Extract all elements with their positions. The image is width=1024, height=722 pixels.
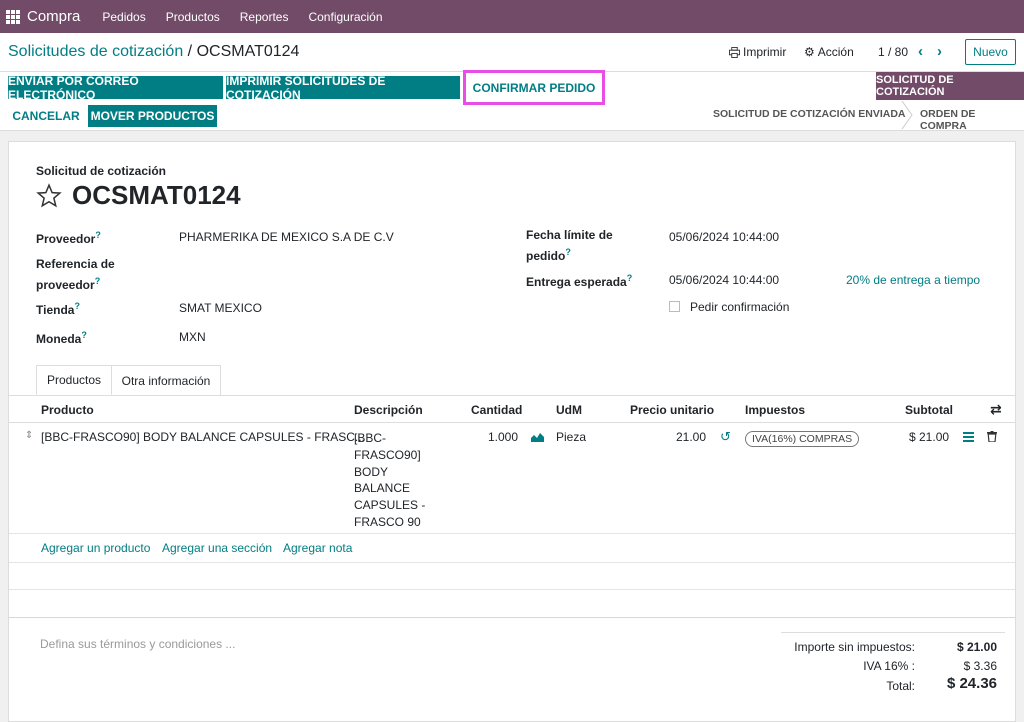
add-section-link[interactable]: Agregar una sección — [162, 541, 272, 555]
printer-icon — [729, 46, 740, 58]
total-label: Total: — [886, 679, 915, 693]
optional-columns-icon[interactable]: ⇄ — [990, 401, 1002, 418]
trash-icon[interactable] — [987, 431, 997, 442]
record-name: OCSMAT0124 — [72, 180, 241, 210]
on-time-delivery-link[interactable]: 20% de entrega a tiempo — [846, 273, 980, 287]
fecha-limite-field[interactable]: 05/06/2024 10:44:00 — [669, 230, 779, 244]
moneda-field[interactable]: MXN — [179, 330, 206, 344]
cancel-button[interactable]: CANCELAR — [8, 105, 84, 127]
form-sheet: Solicitud de cotización OCSMAT0124 Prove… — [8, 141, 1016, 722]
pedir-confirmacion-checkbox[interactable] — [669, 301, 680, 312]
send-email-button[interactable]: ENVIAR POR CORREO ELECTRÓNICO — [8, 74, 223, 102]
row-subtotal: $ 21.00 — [909, 430, 950, 444]
pager-prev-icon[interactable]: ‹ — [918, 43, 923, 60]
action-button[interactable]: ⚙ Acción — [804, 45, 854, 59]
col-subtotal[interactable]: Subtotal — [905, 403, 953, 417]
form-subtitle: Solicitud de cotización — [36, 164, 167, 178]
col-precio[interactable]: Precio unitario — [630, 403, 714, 417]
breadcrumb-separator: / — [187, 43, 193, 60]
forecast-chart-icon[interactable] — [531, 431, 544, 442]
breadcrumb: Solicitudes de cotización / OCSMAT0124 — [8, 43, 299, 61]
iva-value: $ 3.36 — [963, 659, 997, 673]
action-label: Acción — [817, 45, 854, 59]
status-chevron — [901, 101, 913, 129]
row-producto[interactable]: [BBC-FRASCO90] BODY BALANCE CAPSULES - F… — [41, 430, 365, 444]
tax-badge[interactable]: IVA(16%) COMPRAS — [745, 431, 860, 447]
print-label: Imprimir — [743, 45, 787, 59]
total-value: $ 24.36 — [946, 675, 997, 692]
tienda-field[interactable]: SMAT MEXICO — [179, 301, 262, 315]
add-note-link[interactable]: Agregar nota — [283, 541, 352, 555]
menu-reportes[interactable]: Reportes — [240, 10, 289, 24]
print-rfq-button[interactable]: IMPRIMIR SOLICITUDES DE COTIZACIÓN — [226, 74, 460, 102]
row-descripcion[interactable]: [BBC- FRASCO90] BODY BALANCE CAPSULES - … — [354, 430, 425, 531]
row-precio[interactable]: 21.00 — [676, 430, 706, 444]
top-navbar: Compra Pedidos Productos Reportes Config… — [0, 0, 1024, 33]
control-panel: Solicitudes de cotización / OCSMAT0124 I… — [0, 33, 1024, 132]
proveedor-field[interactable]: PHARMERIKA DE MEXICO S.A DE C.V — [179, 230, 394, 244]
tab-otra-informacion[interactable]: Otra información — [112, 365, 221, 395]
menu-configuracion[interactable]: Configuración — [308, 10, 382, 24]
app-brand[interactable]: Compra — [27, 8, 80, 25]
totals-panel: Importe sin impuestos: $ 21.00 IVA 16% :… — [781, 632, 1005, 712]
col-udm[interactable]: UdM — [556, 403, 582, 417]
list-details-icon[interactable] — [963, 432, 974, 442]
entrega-label: Entrega esperada? — [526, 273, 633, 289]
reset-price-icon[interactable]: ↺ — [720, 429, 731, 445]
tienda-label: Tienda? — [36, 301, 80, 317]
row-divider — [9, 617, 1015, 618]
col-producto[interactable]: Producto — [41, 403, 94, 417]
new-button[interactable]: Nuevo — [965, 39, 1016, 65]
tab-productos[interactable]: Productos — [36, 365, 112, 395]
pedir-confirmacion-label: Pedir confirmación — [690, 300, 790, 314]
fecha-limite-label: Fecha límite de pedido? — [526, 228, 613, 263]
row-cantidad[interactable]: 1.000 — [488, 430, 518, 444]
moneda-label: Moneda? — [36, 330, 87, 346]
move-products-button[interactable]: MOVER PRODUCTOS — [88, 105, 217, 127]
col-impuestos[interactable]: Impuestos — [745, 403, 805, 417]
pager-value[interactable]: 1 / 80 — [878, 45, 908, 59]
pager-next-icon[interactable]: › — [937, 43, 942, 60]
entrega-field[interactable]: 05/06/2024 10:44:00 — [669, 273, 779, 287]
add-product-link[interactable]: Agregar un producto — [41, 541, 150, 555]
col-descripcion[interactable]: Descripción — [354, 403, 423, 417]
status-rfq[interactable]: SOLICITUD DE COTIZACIÓN — [876, 72, 1024, 100]
untaxed-value: $ 21.00 — [956, 640, 997, 654]
drag-handle-icon[interactable]: ⇕ — [25, 430, 33, 441]
breadcrumb-parent[interactable]: Solicitudes de cotización — [8, 43, 183, 60]
star-icon[interactable] — [36, 183, 62, 209]
status-rfq-sent[interactable]: SOLICITUD DE COTIZACIÓN ENVIADA — [713, 108, 906, 120]
row-divider — [9, 589, 1015, 590]
proveedor-label: Proveedor? — [36, 230, 101, 246]
menu-pedidos[interactable]: Pedidos — [102, 10, 145, 24]
untaxed-label: Importe sin impuestos: — [794, 640, 915, 654]
referencia-label: Referencia de proveedor? — [36, 257, 115, 292]
order-lines-header: Producto Descripción Cantidad UdM Precio… — [9, 395, 1015, 423]
print-button[interactable]: Imprimir — [729, 45, 786, 59]
breadcrumb-current: OCSMAT0124 — [196, 43, 300, 60]
col-cantidad[interactable]: Cantidad — [471, 403, 522, 417]
highlight-box — [463, 70, 605, 105]
apps-grid-icon[interactable] — [6, 9, 20, 24]
iva-label: IVA 16% : — [863, 659, 915, 673]
status-purchase-order[interactable]: ORDEN DE COMPRA — [920, 108, 1024, 132]
row-divider — [9, 533, 1015, 534]
gear-icon: ⚙ — [804, 45, 815, 59]
menu-productos[interactable]: Productos — [166, 10, 220, 24]
row-udm[interactable]: Pieza — [556, 430, 586, 444]
terms-input[interactable]: Defina sus términos y condiciones ... — [40, 637, 235, 651]
pager[interactable]: 1 / 80 — [878, 45, 908, 59]
row-divider — [9, 562, 1015, 563]
